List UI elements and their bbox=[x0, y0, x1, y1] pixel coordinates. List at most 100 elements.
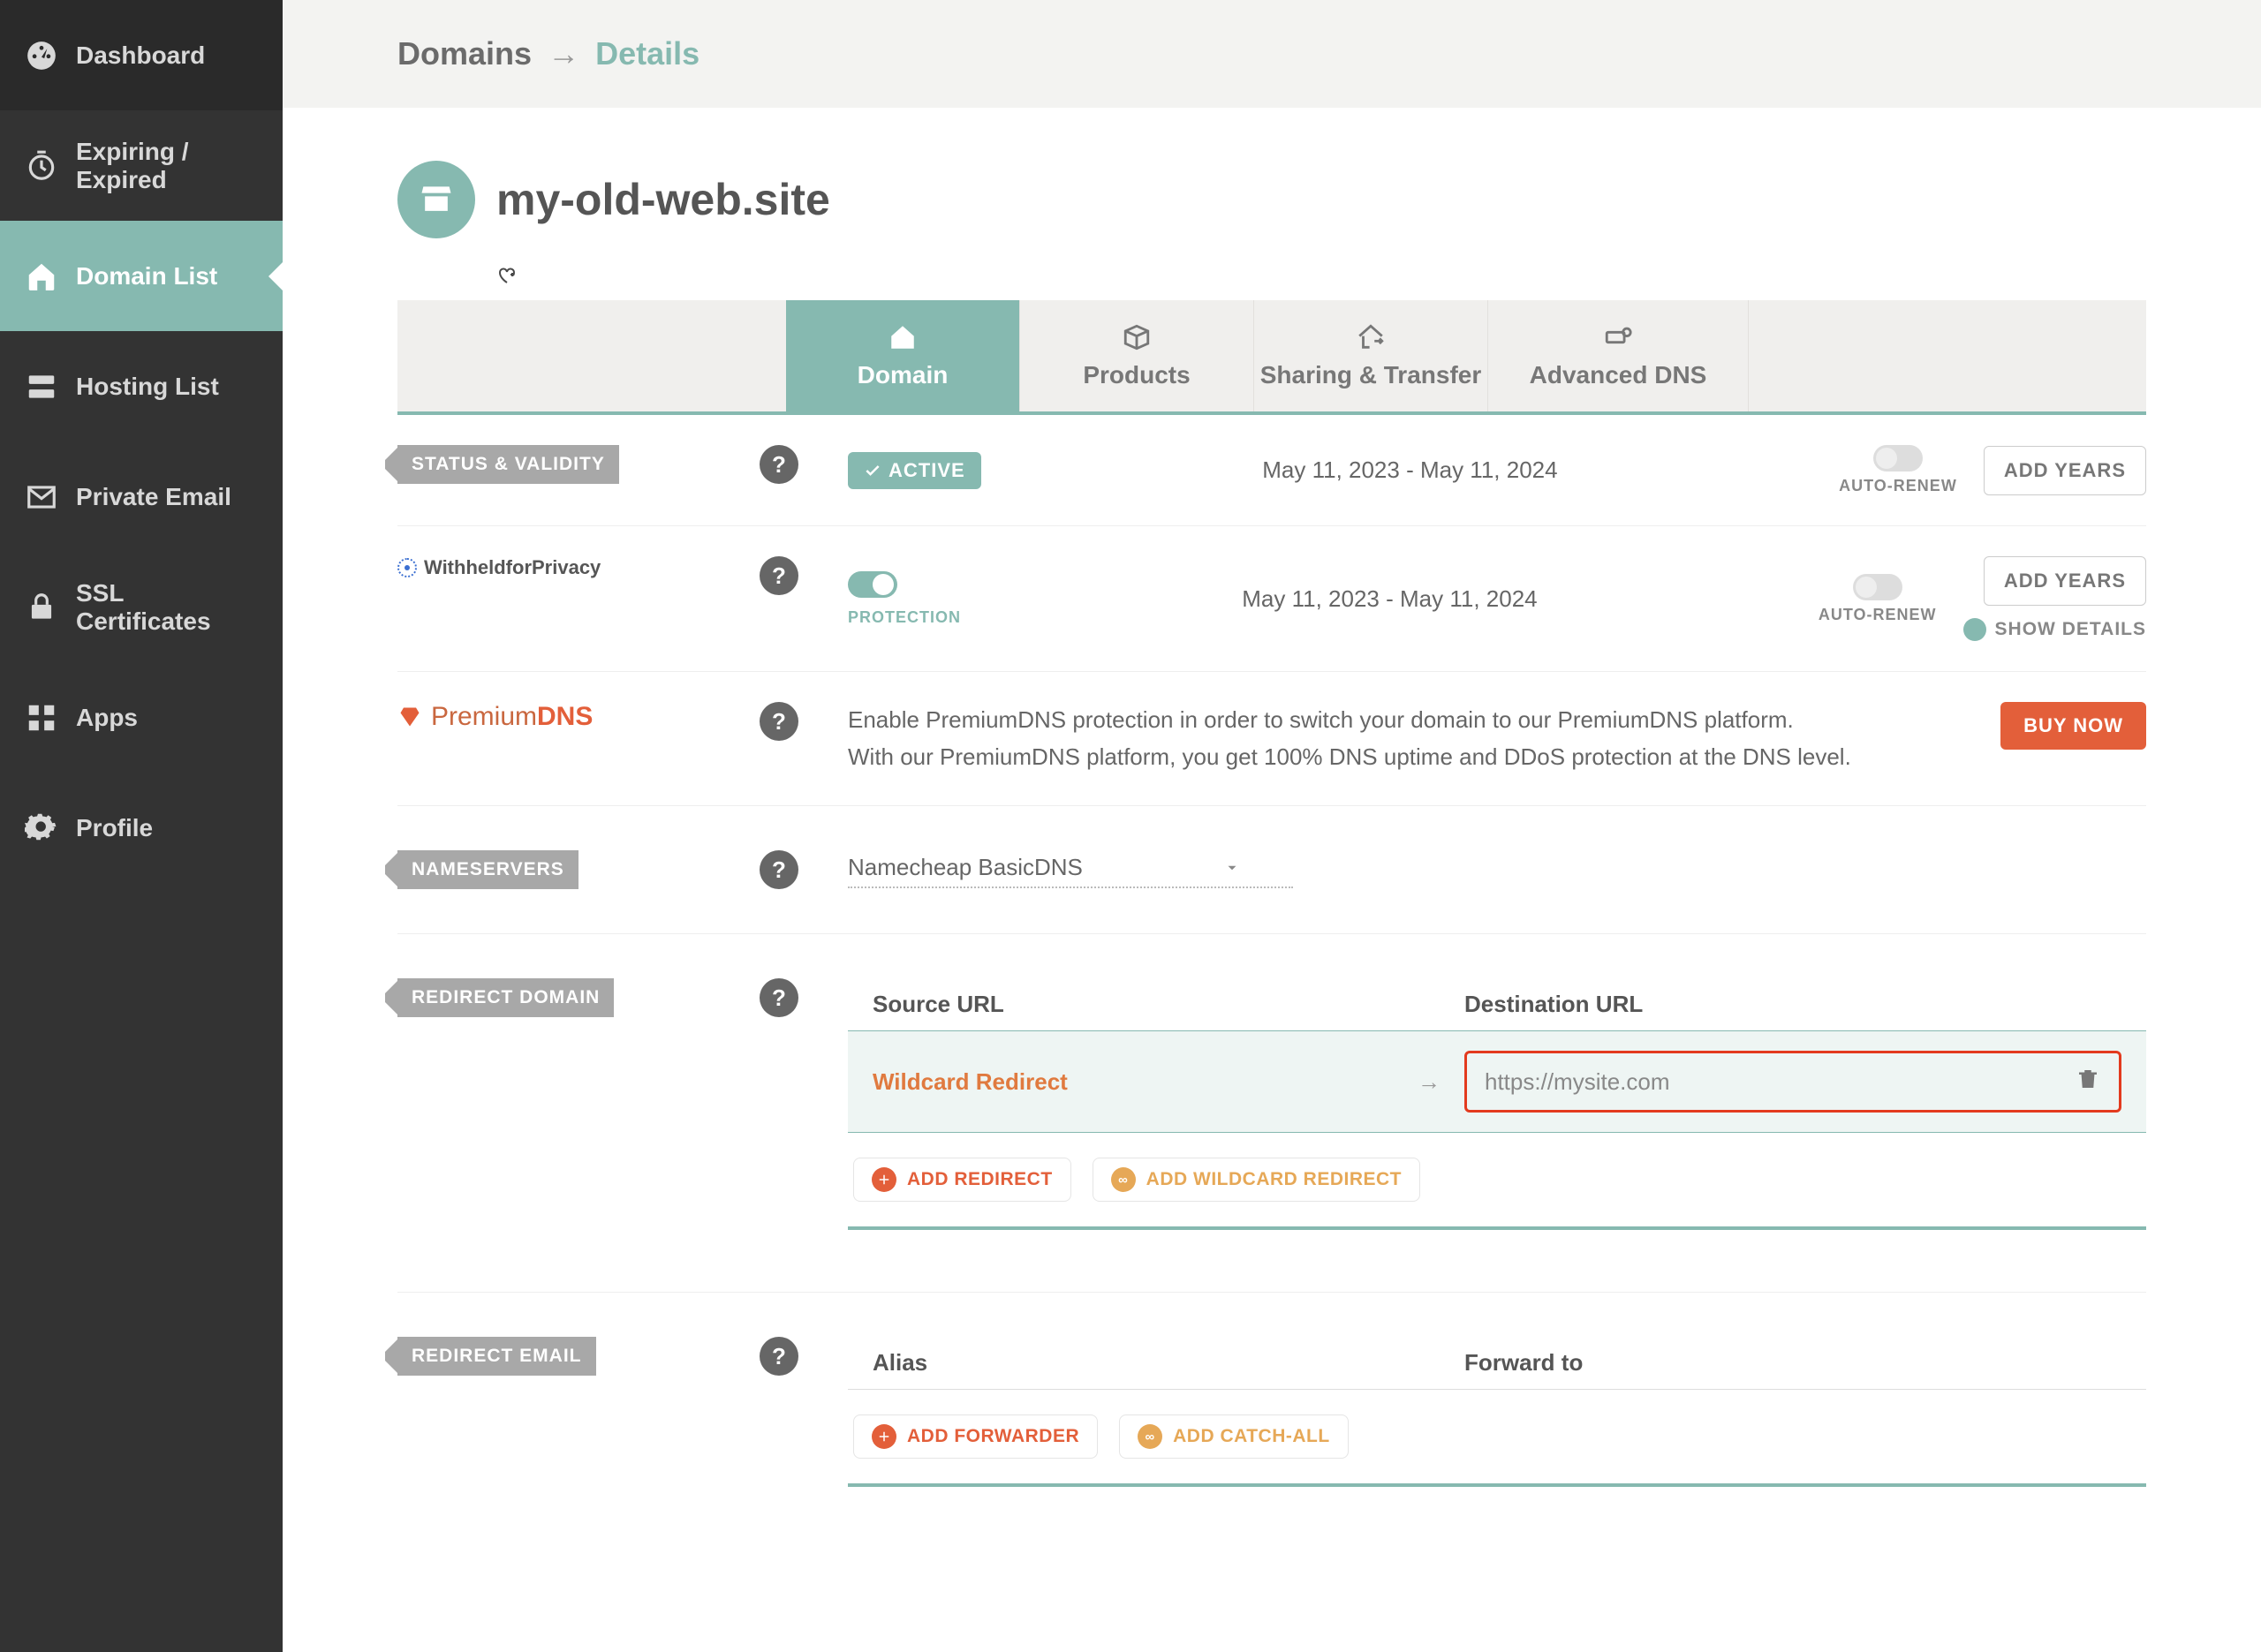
add-years-button[interactable]: ADD YEARS bbox=[1984, 446, 2146, 495]
tab-domain[interactable]: Domain bbox=[786, 300, 1020, 411]
protection-label: PROTECTION bbox=[848, 608, 961, 627]
dns-icon bbox=[1603, 322, 1633, 352]
sidebar-label: Hosting List bbox=[76, 373, 219, 401]
domain-header: my-old-web.site bbox=[397, 161, 2146, 238]
store-icon bbox=[397, 161, 475, 238]
wildcard-redirect-label[interactable]: Wildcard Redirect bbox=[873, 1068, 1394, 1096]
tag-redirect-domain: REDIRECT DOMAIN bbox=[397, 978, 614, 1017]
tag-status-validity: STATUS & VALIDITY bbox=[397, 445, 619, 484]
status-badge: ACTIVE bbox=[848, 452, 981, 489]
clock-icon bbox=[25, 149, 58, 183]
domain-name: my-old-web.site bbox=[496, 174, 830, 225]
dot-icon bbox=[1963, 618, 1986, 641]
section-premium-dns: PremiumDNS ? Enable PremiumDNS protectio… bbox=[397, 672, 2146, 806]
validity-dates: May 11, 2023 - May 11, 2024 bbox=[981, 456, 1839, 484]
sidebar-item-hosting[interactable]: Hosting List bbox=[0, 331, 283, 441]
arrow-icon: → bbox=[1394, 1068, 1464, 1096]
box-icon bbox=[1122, 322, 1152, 352]
chevron-down-icon bbox=[1224, 860, 1240, 876]
premium-dns-logo: PremiumDNS bbox=[397, 702, 593, 732]
tab-advanced-dns[interactable]: Advanced DNS bbox=[1488, 300, 1749, 411]
autorenew-toggle[interactable] bbox=[1873, 445, 1923, 471]
sidebar-item-profile[interactable]: Profile bbox=[0, 773, 283, 883]
plus-icon bbox=[872, 1167, 896, 1192]
main-content: Domains → Details my-old-web.site Domain… bbox=[283, 0, 2261, 1652]
sidebar-item-apps[interactable]: Apps bbox=[0, 662, 283, 773]
tag-nameservers: NAMESERVERS bbox=[397, 850, 578, 889]
help-icon[interactable]: ? bbox=[760, 978, 798, 1017]
sidebar-label: Private Email bbox=[76, 483, 231, 511]
sidebar: Dashboard Expiring / Expired Domain List… bbox=[0, 0, 283, 1652]
help-icon[interactable]: ? bbox=[760, 702, 798, 741]
section-privacy: WithheldforPrivacy ? PROTECTION May 11, … bbox=[397, 526, 2146, 672]
help-icon[interactable]: ? bbox=[760, 1337, 798, 1376]
protection-toggle[interactable] bbox=[848, 571, 897, 598]
link-icon: ∞ bbox=[1138, 1424, 1162, 1449]
heart-plus-icon[interactable] bbox=[496, 263, 2146, 291]
destination-url-field bbox=[1464, 1051, 2121, 1113]
check-icon bbox=[864, 462, 881, 479]
col-dest-url: Destination URL bbox=[1464, 991, 2121, 1018]
sidebar-label: Domain List bbox=[76, 262, 217, 290]
diamond-icon bbox=[397, 705, 422, 729]
col-source-url: Source URL bbox=[873, 991, 1394, 1018]
tab-label: Domain bbox=[858, 361, 949, 389]
dashboard-icon bbox=[25, 39, 58, 72]
privacy-dates: May 11, 2023 - May 11, 2024 bbox=[961, 585, 1819, 613]
help-icon[interactable]: ? bbox=[760, 445, 798, 484]
buy-now-button[interactable]: BUY NOW bbox=[2000, 702, 2146, 750]
show-details-link[interactable]: SHOW DETAILS bbox=[1963, 618, 2146, 641]
add-wildcard-redirect-button[interactable]: ∞ ADD WILDCARD REDIRECT bbox=[1093, 1158, 1420, 1202]
nameservers-select[interactable]: Namecheap BasicDNS bbox=[848, 850, 1293, 888]
breadcrumb-root[interactable]: Domains bbox=[397, 35, 532, 72]
tab-label: Products bbox=[1083, 361, 1190, 389]
add-catch-all-button[interactable]: ∞ ADD CATCH-ALL bbox=[1119, 1414, 1349, 1459]
tab-sharing[interactable]: Sharing & Transfer bbox=[1254, 300, 1488, 411]
tab-label: Advanced DNS bbox=[1530, 361, 1707, 389]
sidebar-item-domain-list[interactable]: Domain List bbox=[0, 221, 283, 331]
breadcrumb: Domains → Details bbox=[283, 0, 2261, 108]
section-redirect-email: REDIRECT EMAIL ? Alias Forward to ADD FO… bbox=[397, 1293, 2146, 1531]
destination-url-input[interactable] bbox=[1485, 1068, 2075, 1096]
home-icon bbox=[25, 260, 58, 293]
transfer-icon bbox=[1356, 322, 1386, 352]
col-alias: Alias bbox=[873, 1349, 1464, 1377]
home-icon bbox=[888, 322, 918, 352]
link-icon: ∞ bbox=[1111, 1167, 1136, 1192]
col-forward-to: Forward to bbox=[1464, 1349, 1583, 1377]
breadcrumb-current: Details bbox=[595, 35, 699, 72]
sidebar-label: Expiring / Expired bbox=[76, 138, 258, 194]
delete-icon[interactable] bbox=[2075, 1066, 2106, 1098]
help-icon[interactable]: ? bbox=[760, 556, 798, 595]
sidebar-label: Profile bbox=[76, 814, 153, 842]
tabs-bar: Domain Products Sharing & Transfer Advan… bbox=[397, 300, 2146, 415]
autorenew-control: AUTO-RENEW bbox=[1819, 574, 1937, 624]
tab-products[interactable]: Products bbox=[1020, 300, 1254, 411]
withheld-logo: WithheldforPrivacy bbox=[397, 556, 601, 579]
sidebar-item-ssl[interactable]: SSL Certificates bbox=[0, 552, 283, 662]
plus-icon bbox=[872, 1424, 896, 1449]
help-icon[interactable]: ? bbox=[760, 850, 798, 889]
add-forwarder-button[interactable]: ADD FORWARDER bbox=[853, 1414, 1098, 1459]
autorenew-control: AUTO-RENEW bbox=[1839, 445, 1957, 495]
section-nameservers: NAMESERVERS ? Namecheap BasicDNS bbox=[397, 806, 2146, 934]
server-icon bbox=[25, 370, 58, 404]
premium-description: Enable PremiumDNS protection in order to… bbox=[848, 702, 2000, 775]
tag-redirect-email: REDIRECT EMAIL bbox=[397, 1337, 596, 1376]
sidebar-item-dashboard[interactable]: Dashboard bbox=[0, 0, 283, 110]
breadcrumb-sep: → bbox=[548, 35, 579, 72]
sidebar-label: Dashboard bbox=[76, 41, 205, 70]
section-redirect-domain: REDIRECT DOMAIN ? Source URL Destination… bbox=[397, 934, 2146, 1293]
gear-icon bbox=[25, 811, 58, 845]
lock-icon bbox=[25, 591, 58, 624]
withheld-icon bbox=[397, 558, 417, 577]
sidebar-item-email[interactable]: Private Email bbox=[0, 441, 283, 552]
tab-label: Sharing & Transfer bbox=[1260, 361, 1482, 389]
sidebar-item-expiring[interactable]: Expiring / Expired bbox=[0, 110, 283, 221]
sidebar-label: Apps bbox=[76, 704, 138, 732]
add-redirect-button[interactable]: ADD REDIRECT bbox=[853, 1158, 1071, 1202]
autorenew-toggle[interactable] bbox=[1853, 574, 1902, 600]
add-years-button[interactable]: ADD YEARS bbox=[1984, 556, 2146, 606]
sidebar-label: SSL Certificates bbox=[76, 579, 258, 636]
mail-icon bbox=[25, 480, 58, 514]
